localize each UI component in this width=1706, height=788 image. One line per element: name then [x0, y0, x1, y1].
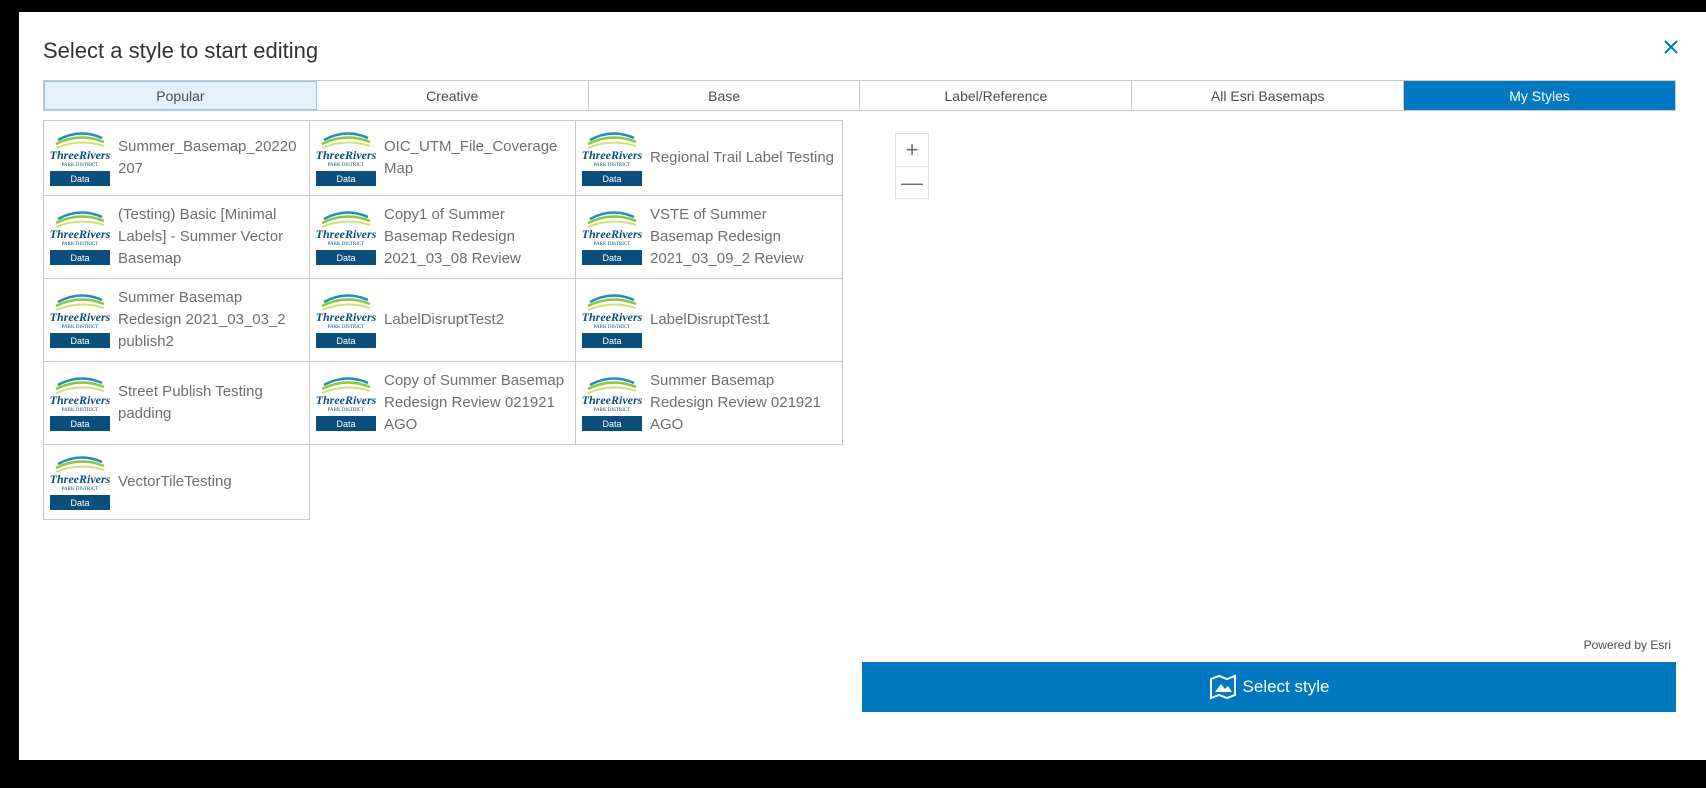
select-style-label: Select style [1242, 677, 1330, 696]
style-thumbnail: ThreeRivers PARK DISTRICT Data [582, 209, 642, 265]
style-item-label: VectorTileTesting [118, 473, 232, 490]
style-item[interactable]: ThreeRivers PARK DISTRICT Data Copy1 of Sum… [309, 195, 576, 279]
style-item[interactable]: ThreeRivers PARK DISTRICT Data Summer_Basem… [43, 120, 310, 196]
style-item-label: LabelDisruptTest1 [650, 311, 771, 328]
tab-my-styles[interactable]: My Styles [1404, 81, 1675, 110]
svg-text:PARK DISTRICT: PARK DISTRICT [594, 163, 631, 168]
style-item-label: Regional Trail Label Testing [650, 149, 835, 166]
style-thumbnail: ThreeRivers PARK DISTRICT Data [50, 209, 110, 265]
svg-text:ThreeRivers: ThreeRivers [50, 472, 110, 486]
style-gallery: ThreeRivers PARK DISTRICT Data Summer_Basem… [43, 120, 844, 520]
category-tabs: Popular Creative Base Label/Reference Al… [43, 80, 1676, 111]
svg-text:ThreeRivers: ThreeRivers [582, 393, 642, 407]
style-item[interactable]: ThreeRivers PARK DISTRICT Data VectorTileTe… [43, 444, 310, 520]
style-thumbnail: ThreeRivers PARK DISTRICT Data [50, 375, 110, 431]
svg-text:PARK DISTRICT: PARK DISTRICT [62, 163, 99, 168]
dialog-title: Select a style to start editing [43, 38, 319, 63]
style-item-label: Copy1 of Summer Basemap Redesign 2021_03… [384, 206, 521, 267]
style-item-label: LabelDisruptTest2 [384, 311, 505, 328]
svg-text:PARK DISTRICT: PARK DISTRICT [594, 325, 631, 330]
style-item[interactable]: ThreeRivers PARK DISTRICT Data Regional Tra… [575, 120, 843, 196]
style-item[interactable]: ThreeRivers PARK DISTRICT Data LabelDisrupt… [575, 278, 843, 362]
svg-text:PARK DISTRICT: PARK DISTRICT [62, 487, 99, 492]
style-item-label: VSTE of Summer Basemap Redesign 2021_03_… [650, 206, 804, 267]
map-style-icon [1209, 674, 1236, 700]
zoom-out-button[interactable]: — [896, 166, 928, 198]
style-thumbnail: ThreeRivers PARK DISTRICT Data [582, 292, 642, 348]
style-item-label: Street Publish Testing padding [118, 383, 263, 422]
close-button[interactable] [1658, 34, 1684, 60]
close-icon [1664, 40, 1678, 54]
select-style-button[interactable]: Select style [862, 662, 1676, 712]
svg-text:PARK DISTRICT: PARK DISTRICT [328, 325, 365, 330]
style-item[interactable]: ThreeRivers PARK DISTRICT Data OIC_UTM_File… [309, 120, 576, 196]
style-item-label: OIC_UTM_File_Coverage Map [384, 138, 558, 177]
svg-text:ThreeRivers: ThreeRivers [50, 227, 110, 241]
svg-text:ThreeRivers: ThreeRivers [316, 227, 376, 241]
style-thumbnail: ThreeRivers PARK DISTRICT Data [582, 130, 642, 186]
svg-text:ThreeRivers: ThreeRivers [582, 148, 642, 162]
style-thumbnail: ThreeRivers PARK DISTRICT Data [316, 375, 376, 431]
style-thumbnail: ThreeRivers PARK DISTRICT Data [316, 292, 376, 348]
svg-text:PARK DISTRICT: PARK DISTRICT [328, 163, 365, 168]
svg-text:PARK DISTRICT: PARK DISTRICT [62, 325, 99, 330]
style-item[interactable]: ThreeRivers PARK DISTRICT Data Street Publi… [43, 361, 310, 445]
svg-text:PARK DISTRICT: PARK DISTRICT [594, 408, 631, 413]
style-item-label: Summer Basemap Redesign 2021_03_03_2 pub… [118, 289, 286, 350]
tab-base[interactable]: Base [588, 81, 861, 110]
svg-text:ThreeRivers: ThreeRivers [582, 310, 642, 324]
svg-text:ThreeRivers: ThreeRivers [316, 148, 376, 162]
svg-text:ThreeRivers: ThreeRivers [50, 393, 110, 407]
style-item[interactable]: ThreeRivers PARK DISTRICT Data LabelDisrupt… [309, 278, 576, 362]
style-thumbnail: ThreeRivers PARK DISTRICT Data [316, 209, 376, 265]
powered-by-esri: Powered by Esri [1583, 638, 1671, 652]
style-item[interactable]: ThreeRivers PARK DISTRICT Data Summer Basem… [575, 361, 843, 445]
style-item[interactable]: ThreeRivers PARK DISTRICT Data Summer Basem… [43, 278, 310, 362]
svg-text:ThreeRivers: ThreeRivers [316, 310, 376, 324]
style-item-label: (Testing) Basic [Minimal Labels] - Summe… [118, 206, 284, 267]
tab-popular[interactable]: Popular [44, 81, 317, 110]
style-item[interactable]: ThreeRivers PARK DISTRICT Data VSTE of Summ… [575, 195, 843, 279]
svg-text:PARK DISTRICT: PARK DISTRICT [62, 408, 99, 413]
style-picker-dialog: Select a style to start editing Popular … [19, 12, 1706, 760]
tab-label-reference[interactable]: Label/Reference [860, 81, 1133, 110]
svg-text:ThreeRivers: ThreeRivers [316, 393, 376, 407]
svg-text:PARK DISTRICT: PARK DISTRICT [328, 408, 365, 413]
style-item-label: Summer Basemap Redesign Review 021921 AG… [650, 372, 821, 433]
style-thumbnail: ThreeRivers PARK DISTRICT Data [50, 454, 110, 510]
style-thumbnail: ThreeRivers PARK DISTRICT Data [50, 292, 110, 348]
zoom-in-button[interactable]: + [896, 134, 928, 166]
style-thumbnail: ThreeRivers PARK DISTRICT Data [316, 130, 376, 186]
svg-text:PARK DISTRICT: PARK DISTRICT [62, 242, 99, 247]
svg-text:ThreeRivers: ThreeRivers [50, 148, 110, 162]
svg-text:ThreeRivers: ThreeRivers [50, 310, 110, 324]
tab-creative[interactable]: Creative [316, 81, 589, 110]
svg-text:PARK DISTRICT: PARK DISTRICT [328, 242, 365, 247]
style-thumbnail: ThreeRivers PARK DISTRICT Data [582, 375, 642, 431]
svg-text:PARK DISTRICT: PARK DISTRICT [594, 242, 631, 247]
style-item-label: Copy of Summer Basemap Redesign Review 0… [384, 372, 565, 433]
style-thumbnail: ThreeRivers PARK DISTRICT Data [50, 130, 110, 186]
tab-all-esri-basemaps[interactable]: All Esri Basemaps [1132, 81, 1405, 110]
style-item-label: Summer_Basemap_20220207 [118, 138, 297, 177]
style-item[interactable]: ThreeRivers PARK DISTRICT Data Copy of Summ… [309, 361, 576, 445]
zoom-control: + — [895, 133, 929, 199]
svg-text:ThreeRivers: ThreeRivers [582, 227, 642, 241]
style-item[interactable]: ThreeRivers PARK DISTRICT Data (Testing) Ba… [43, 195, 310, 279]
